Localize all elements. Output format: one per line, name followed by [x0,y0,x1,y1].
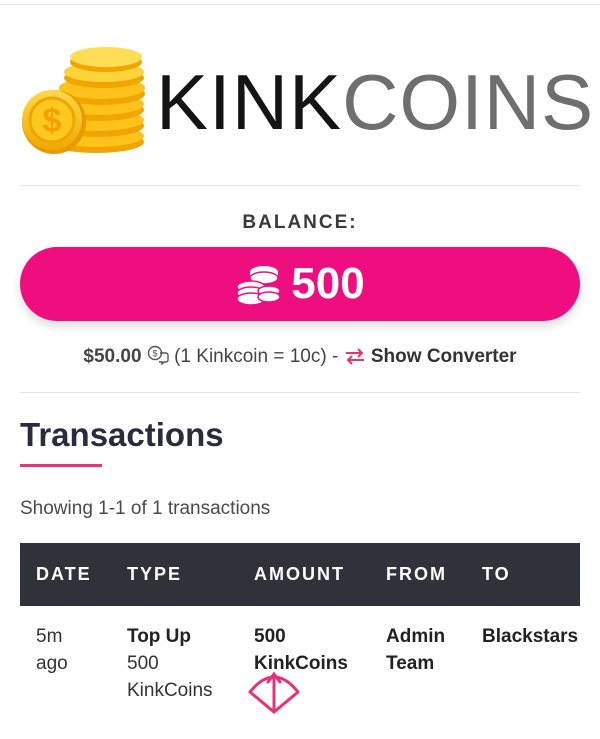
balance-value: 500 [291,259,365,308]
divider [20,392,580,393]
money-chat-icon: $ [147,345,169,366]
cell-type-line3: KinkCoins [127,680,213,701]
top-divider [0,4,600,5]
rate-text: (1 Kinkcoin = 10c) - [174,346,339,367]
swap-arrows-icon [345,348,364,365]
show-converter-link[interactable]: Show Converter [371,346,517,367]
column-header-from[interactable]: FROM [386,564,447,585]
cell-date: 5m ago [36,623,68,677]
svg-text:$: $ [43,102,62,140]
usd-value: $50.00 [83,346,142,367]
heading-underline [20,464,102,467]
bow-arrow-icon[interactable] [244,668,304,718]
cell-to-line1: Blackstars [482,626,579,647]
column-header-type[interactable]: TYPE [127,564,182,585]
divider [20,185,580,186]
cell-type-title: Top Up [127,626,192,647]
cell-type-line2: 500 [127,653,159,674]
brand-name-part2: COINS [342,58,595,146]
kinkcoins-logo: $ KINKCOINS [20,40,593,160]
cell-to: Blackstars [482,623,580,650]
showing-count: Showing 1-1 of 1 transactions [20,498,271,519]
column-header-date[interactable]: DATE [36,564,92,585]
balance-label: BALANCE: [242,212,358,233]
brand-name: KINKCOINS [156,62,594,142]
balance-button[interactable]: 500 [20,247,580,321]
column-header-amount[interactable]: AMOUNT [254,564,345,585]
cell-amount-line1: 500 [254,626,286,647]
cell-from-line2: Team [386,653,435,674]
transactions-table: DATE TYPE AMOUNT FROM TO [20,543,580,606]
cell-date-line2: ago [36,653,68,674]
cell-from: Admin Team [386,623,445,677]
transactions-heading: Transactions [20,416,224,453]
cell-type: Top Up 500 KinkCoins [127,623,213,704]
table-header: DATE TYPE AMOUNT FROM TO [20,543,580,606]
column-header-to[interactable]: TO [482,564,511,585]
cell-from-line1: Admin [386,626,446,647]
svg-text:$: $ [152,349,157,359]
gold-coins-icon: $ [22,47,145,154]
cell-date-line1: 5m [36,626,63,647]
brand-name-part1: KINK [156,58,343,146]
conversion-row: $50.00 $ (1 Kinkcoin = 10c) - Show Conve… [0,345,600,368]
coin-stack-icon [236,266,282,305]
